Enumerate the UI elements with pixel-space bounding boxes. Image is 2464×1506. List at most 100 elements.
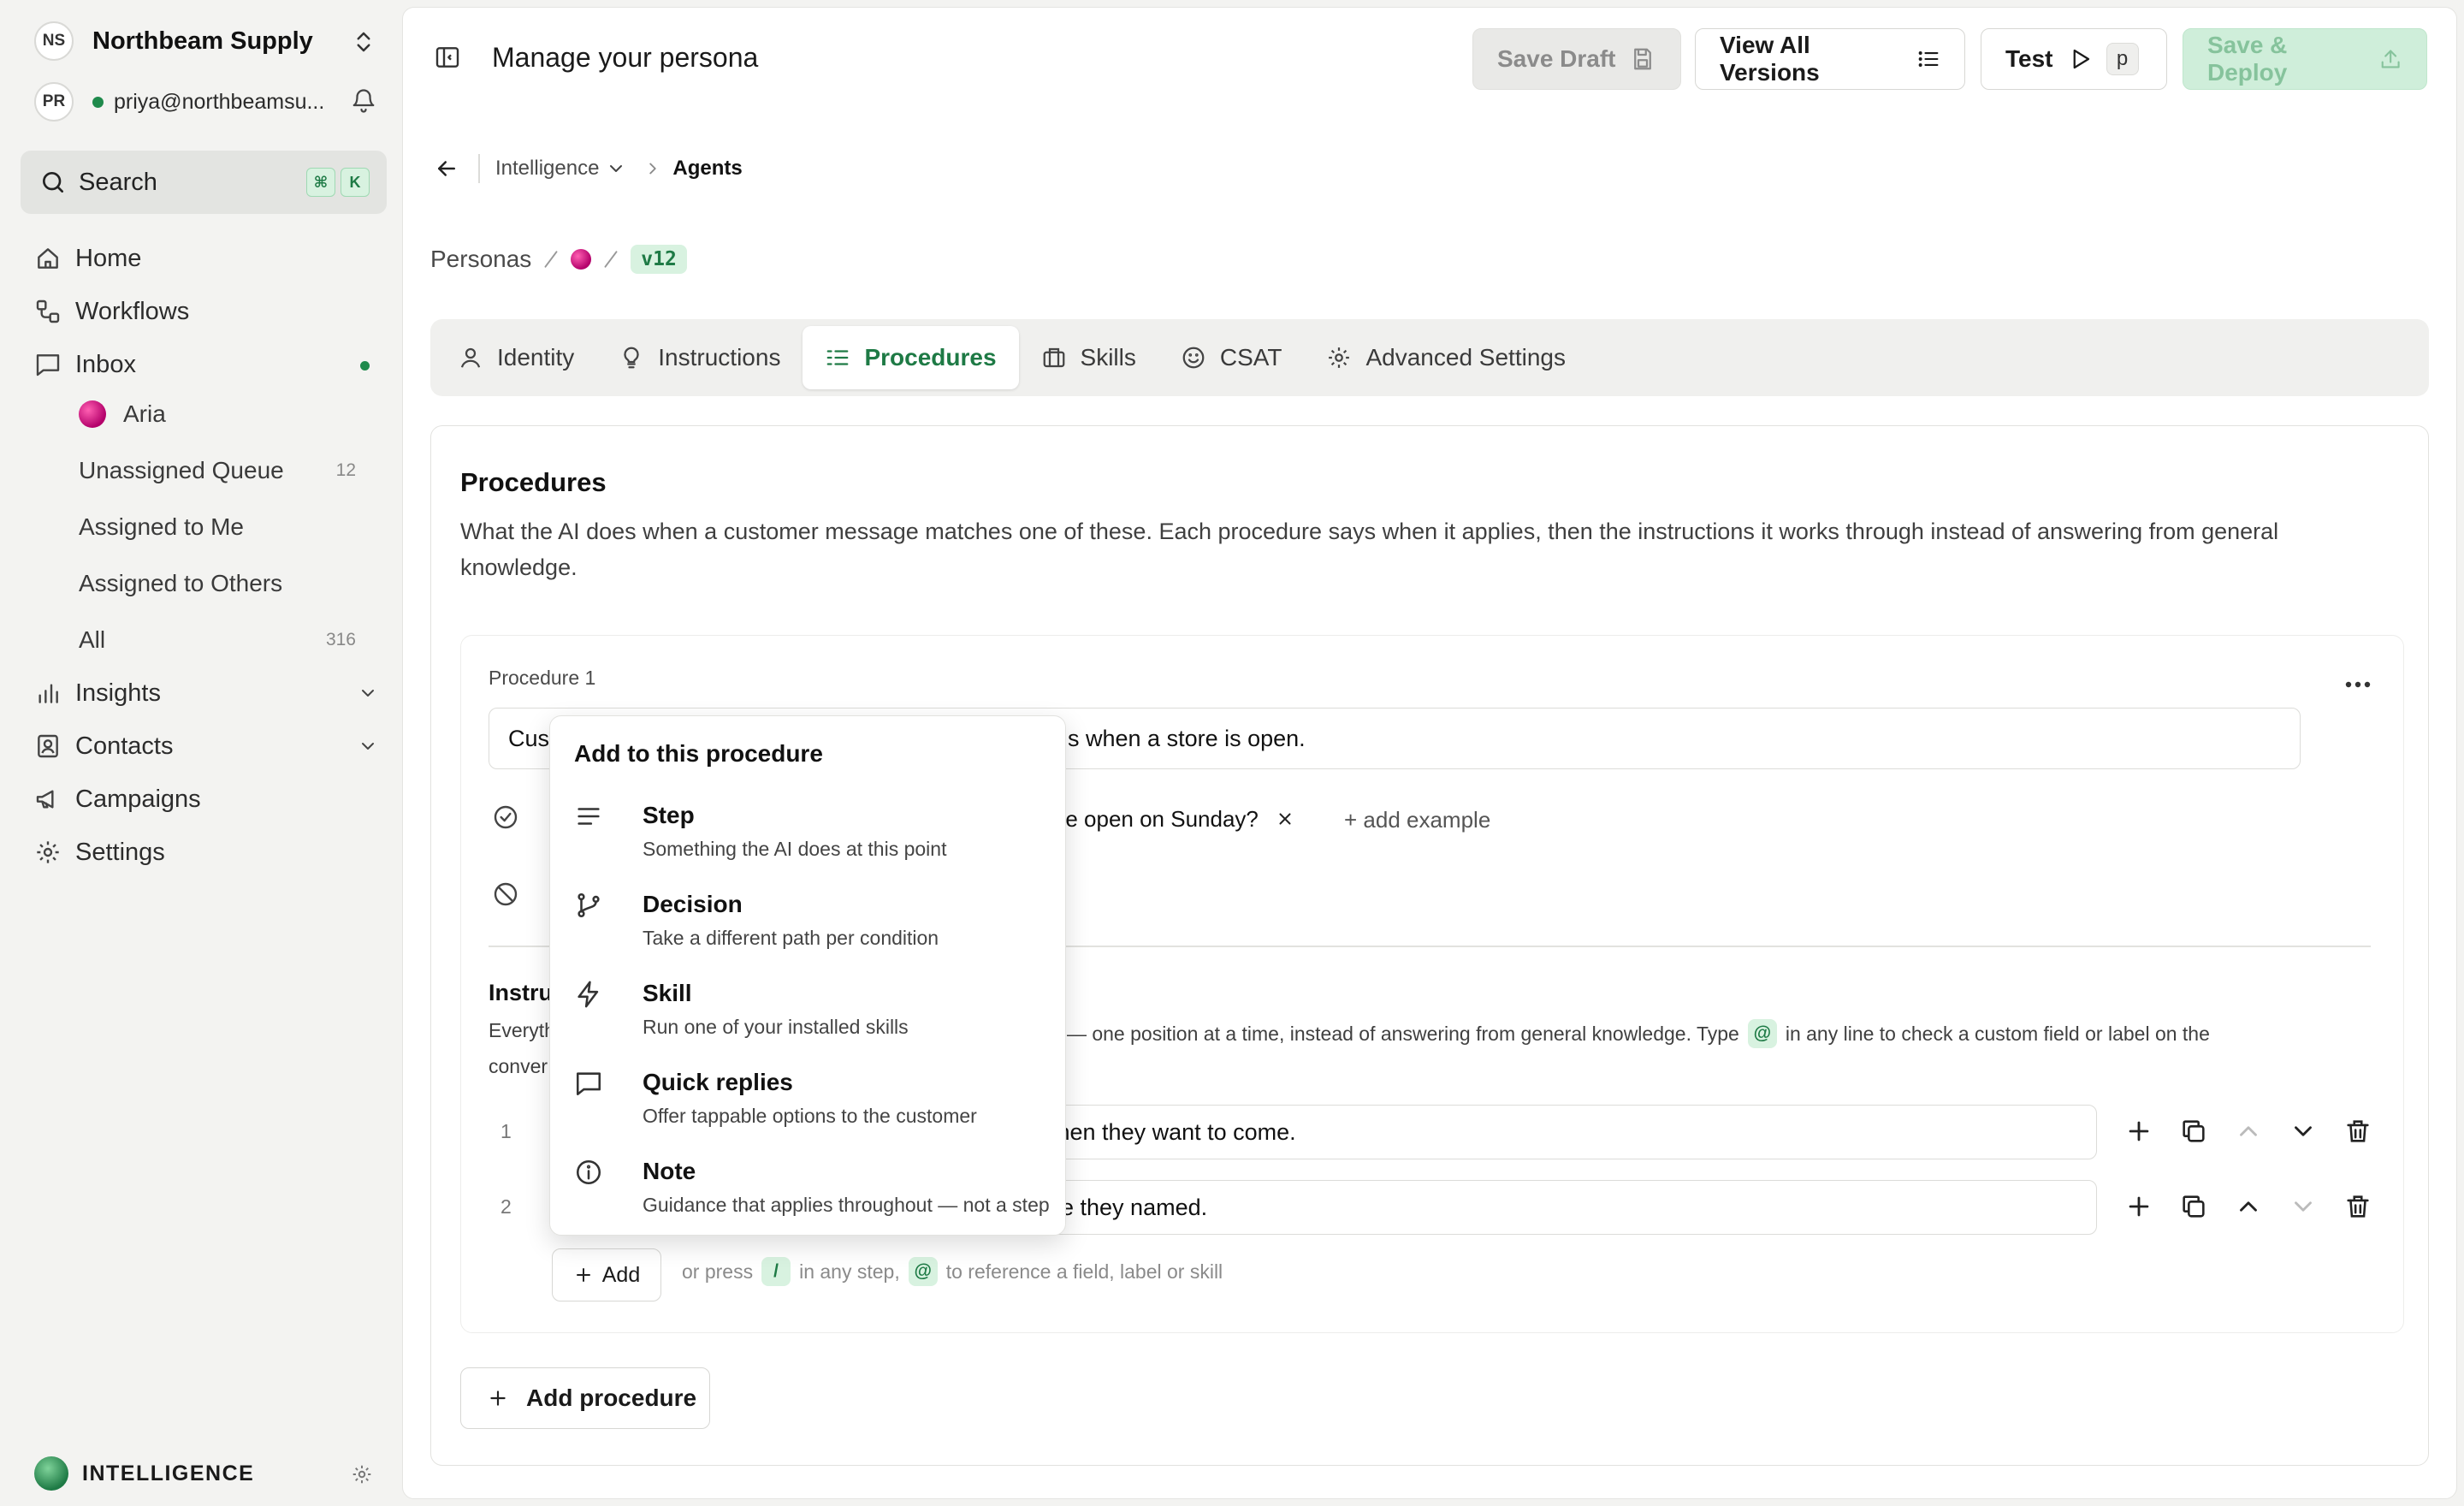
info-icon — [576, 1159, 601, 1185]
copy-icon[interactable] — [2179, 1117, 2208, 1146]
menu-item-note[interactable]: Note Guidance that applies throughout — … — [571, 1151, 1050, 1233]
breadcrumb-section[interactable]: Intelligence — [495, 157, 599, 181]
example-text: tore open on Sunday? — [1040, 805, 1259, 832]
branch-icon — [578, 892, 600, 918]
more-options-icon[interactable] — [2343, 679, 2372, 691]
sidebar-item-label: Inbox — [75, 350, 136, 378]
view-versions-button[interactable]: View All Versions — [1695, 28, 1965, 90]
gear-icon — [37, 841, 59, 863]
user-menu[interactable]: PR priya@northbeamsu... — [34, 82, 376, 122]
search-button[interactable]: Search ⌘ K — [21, 151, 387, 214]
chevron-down-icon[interactable] — [606, 158, 626, 179]
brand-logo — [34, 1456, 68, 1491]
step-number: 1 — [500, 1120, 512, 1142]
step-number: 2 — [500, 1195, 512, 1218]
tab-instructions[interactable]: Instructions — [596, 326, 803, 389]
sidebar-item-home[interactable]: Home — [34, 238, 385, 279]
menu-item-decision[interactable]: Decision Take a different path per condi… — [571, 884, 1050, 966]
tab-identity[interactable]: Identity — [435, 326, 596, 389]
chevron-down-icon[interactable] — [2289, 1192, 2318, 1221]
chevron-up-icon[interactable] — [2234, 1192, 2263, 1221]
trash-icon[interactable] — [2343, 1192, 2372, 1221]
test-shortcut-key: p — [2106, 43, 2139, 75]
tab-advanced-settings[interactable]: Advanced Settings — [1304, 326, 1588, 389]
chevron-up-icon[interactable] — [2234, 1117, 2263, 1146]
sidebar-item-inbox[interactable]: Inbox — [34, 344, 385, 385]
workspace-switcher[interactable]: NS Northbeam Supply — [34, 21, 376, 61]
chevron-down-icon — [362, 743, 374, 750]
k-key: K — [341, 168, 370, 197]
briefcase-icon — [1043, 347, 1064, 368]
sidebar-item-label: Contacts — [75, 732, 174, 760]
inbox-sub-label: Aria — [123, 400, 166, 427]
sidebar-toggle-icon[interactable] — [434, 44, 461, 71]
sidebar-item-campaigns[interactable]: Campaigns — [34, 779, 385, 820]
chevron-down-icon[interactable] — [2289, 1117, 2318, 1146]
procedures-heading: Procedures — [460, 467, 607, 497]
menu-item-desc: Run one of your installed skills — [643, 1016, 909, 1038]
instructions-heading: Instru — [489, 980, 554, 1005]
test-button[interactable]: Test p — [1981, 28, 2167, 90]
instructions-desc-wrap: conver — [489, 1055, 548, 1077]
hint-text: in any step, — [799, 1260, 900, 1283]
inbox-sub-aria[interactable]: Aria — [79, 394, 370, 435]
add-step-button[interactable]: Add — [552, 1248, 661, 1301]
menu-item-step[interactable]: Step Something the AI does at this point — [571, 795, 1050, 877]
copy-icon[interactable] — [2179, 1192, 2208, 1221]
upload-icon — [2381, 50, 2400, 68]
tab-skills[interactable]: Skills — [1019, 326, 1158, 389]
version-badge[interactable]: v12 — [631, 245, 687, 274]
chevron-right-icon — [649, 163, 657, 175]
example-chip: tore open on Sunday? — [1040, 795, 1294, 843]
list-icon — [1918, 51, 1939, 67]
menu-item-quick-replies[interactable]: Quick replies Offer tappable options to … — [571, 1062, 1050, 1144]
slash-separator-icon — [544, 251, 558, 268]
plus-icon[interactable] — [2124, 1117, 2153, 1146]
slash-key-chip: / — [761, 1257, 791, 1286]
sidebar-item-workflows[interactable]: Workflows — [34, 291, 385, 332]
bell-icon[interactable] — [351, 87, 376, 115]
plus-icon[interactable] — [2124, 1192, 2153, 1221]
inbox-sub-assigned-to-others[interactable]: Assigned to Others — [79, 563, 370, 604]
tab-label: Advanced Settings — [1365, 344, 1566, 371]
user-email: priya@northbeamsu... — [114, 89, 325, 114]
bolt-icon — [578, 981, 599, 1008]
menu-item-title: Step — [643, 802, 695, 828]
inbox-sub-count: 12 — [335, 460, 356, 480]
tab-csat[interactable]: CSAT — [1158, 326, 1305, 389]
save-draft-button[interactable]: Save Draft — [1472, 28, 1681, 90]
persona-root-link[interactable]: Personas — [430, 246, 531, 273]
inbox-sub-all[interactable]: All 316 — [79, 620, 370, 661]
add-example-link[interactable]: + add example — [1344, 807, 1490, 833]
menu-item-title: Skill — [643, 980, 692, 1006]
menu-item-desc: Take a different path per condition — [643, 927, 939, 949]
sidebar-item-label: Insights — [75, 679, 161, 707]
workspace-avatar: NS — [34, 21, 74, 61]
sidebar-item-settings[interactable]: Settings — [34, 832, 385, 873]
close-icon[interactable] — [1276, 809, 1294, 828]
sidebar-item-insights[interactable]: Insights — [34, 673, 385, 714]
tab-procedures[interactable]: Procedures — [803, 326, 1019, 389]
add-procedure-button[interactable]: Add procedure — [460, 1367, 710, 1429]
save-deploy-button[interactable]: Save & Deploy — [2183, 28, 2427, 90]
inbox-sub-label: All — [79, 626, 106, 653]
menu-item-skill[interactable]: Skill Run one of your installed skills — [571, 973, 1050, 1055]
gear-icon — [1329, 347, 1350, 368]
back-arrow-icon[interactable] — [434, 156, 459, 181]
inbox-sub-unassigned[interactable]: Unassigned Queue 12 — [79, 450, 370, 491]
inbox-sub-label: Assigned to Others — [79, 570, 283, 596]
at-mention-chip: @ — [1747, 1019, 1777, 1048]
search-shortcut: ⌘ K — [306, 168, 370, 197]
breadcrumb-current: Agents — [672, 157, 743, 180]
menu-title: Add to this procedure — [574, 740, 823, 767]
hint-text: to reference a field, label or skill — [945, 1260, 1223, 1283]
inbox-sub-assigned-to-me[interactable]: Assigned to Me — [79, 507, 370, 548]
search-icon — [43, 172, 63, 193]
procedure-label: Procedure 1 — [489, 667, 596, 689]
sidebar-item-contacts[interactable]: Contacts — [34, 726, 385, 767]
sidebar-item-label: Campaigns — [75, 785, 201, 813]
lines-icon — [578, 808, 600, 825]
gear-icon[interactable] — [351, 1463, 373, 1485]
trash-icon[interactable] — [2343, 1117, 2372, 1146]
persona-path: Personas v12 — [430, 240, 687, 278]
